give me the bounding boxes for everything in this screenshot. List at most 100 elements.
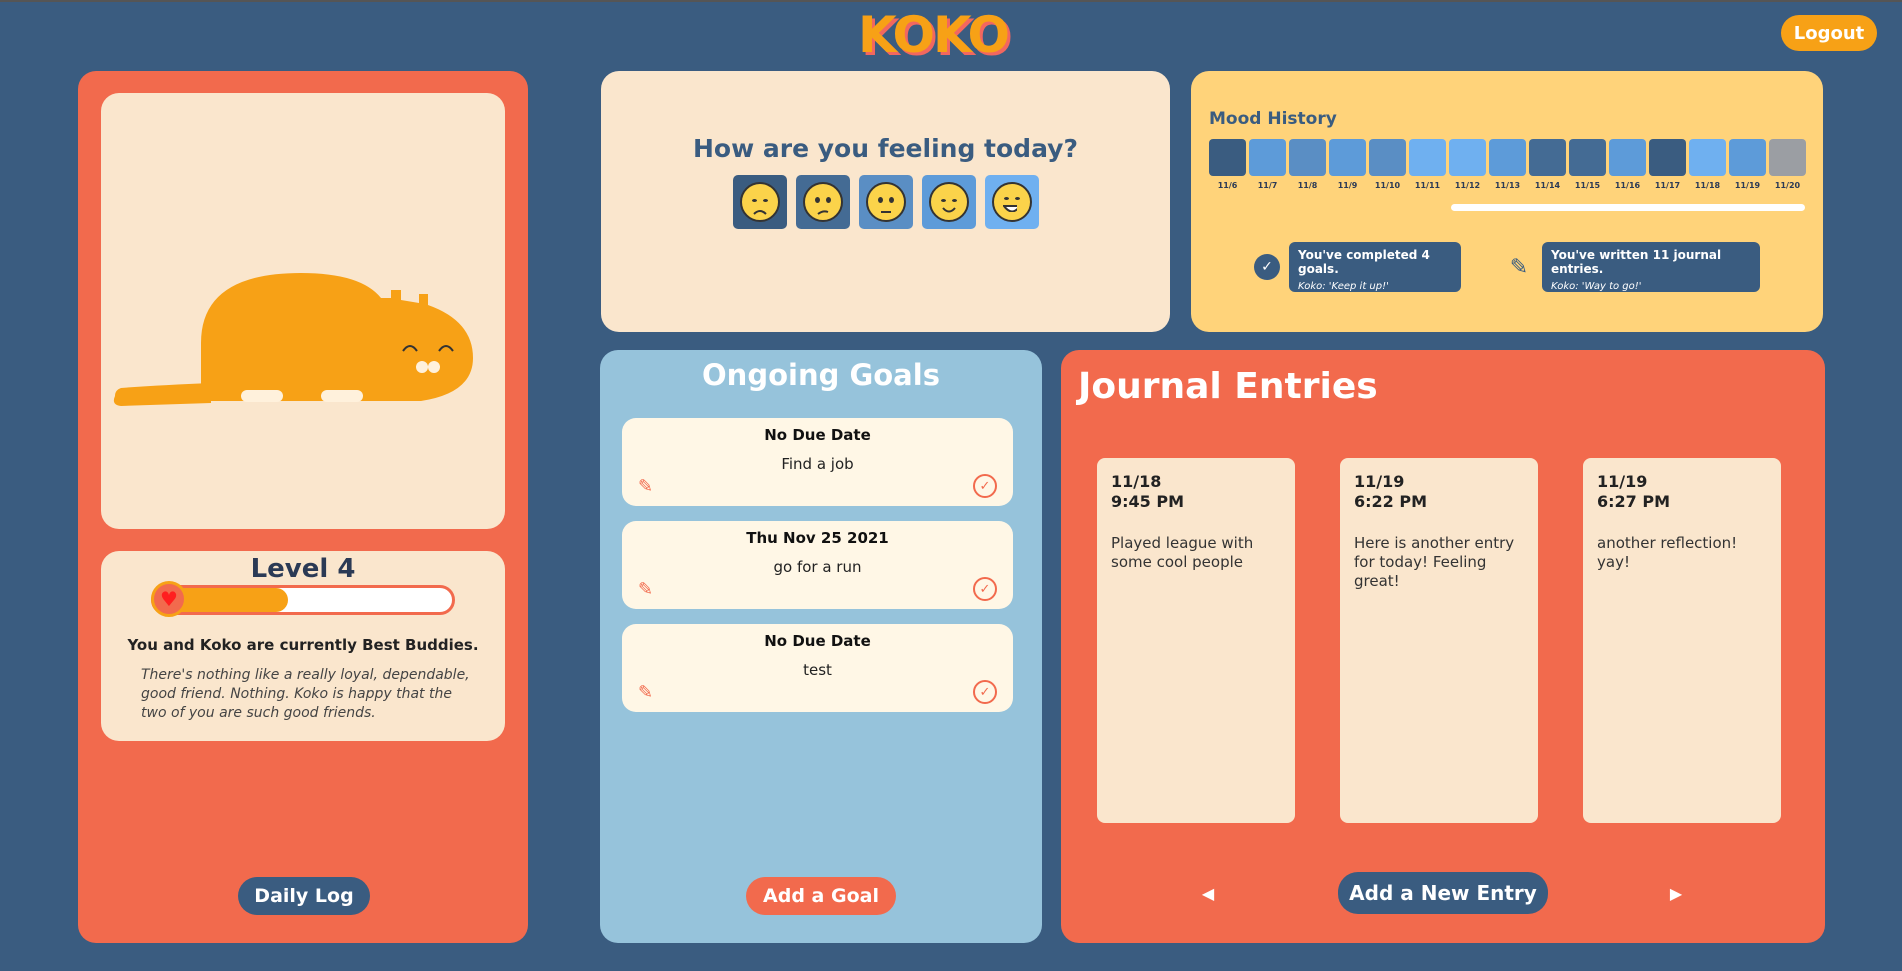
goals-stat-text: You've completed 4 goals.: [1298, 248, 1430, 276]
complete-check-icon[interactable]: ✓: [973, 680, 997, 704]
goal-due-date: No Due Date: [764, 426, 871, 444]
entry-date: 11/19: [1354, 472, 1405, 491]
mood-history-date: 11/10: [1374, 181, 1401, 190]
very-sad-face-icon: [740, 182, 780, 222]
mood-history-square: [1289, 139, 1326, 176]
goal-text: go for a run: [773, 558, 862, 576]
mood-history-grid: 11/6 11/7 11/8 11/9 11/10 11/11 11/12 11/13 11/1…: [1209, 139, 1806, 190]
mood-history-title: Mood History: [1209, 109, 1337, 129]
mood-history-date: 11/9: [1337, 181, 1358, 190]
edit-pencil-icon[interactable]: ✎: [638, 476, 653, 497]
mood-neutral-button[interactable]: [859, 175, 913, 229]
journal-stat-koko: Koko: 'Way to go!': [1551, 281, 1642, 292]
mood-history-date: 11/17: [1654, 181, 1681, 190]
mood-history-square: [1529, 139, 1566, 176]
mood-history-day: 11/10: [1369, 139, 1406, 190]
journal-stat-text: You've written 11 journal entries.: [1551, 248, 1722, 276]
mood-history-square: [1569, 139, 1606, 176]
mood-history-day: 11/14: [1529, 139, 1566, 190]
mood-history-day: 11/11: [1409, 139, 1446, 190]
check-icon: ✓: [1254, 254, 1280, 280]
journal-entry-card[interactable]: 11/19 6:27 PM another reflection! yay!: [1583, 458, 1781, 823]
mood-history-date: 11/11: [1414, 181, 1441, 190]
goal-card: No Due Date Find a job ✎ ✓: [622, 418, 1013, 506]
friendship-quote: There's nothing like a really loyal, dep…: [141, 667, 470, 721]
entry-time: 6:22 PM: [1354, 492, 1428, 511]
mood-history-square: [1609, 139, 1646, 176]
journal-entry-card[interactable]: 11/18 9:45 PM Played league with some cool…: [1097, 458, 1295, 823]
mood-history-day: 11/12: [1449, 139, 1486, 190]
mood-history-date: 11/14: [1534, 181, 1561, 190]
mood-sad-button[interactable]: [796, 175, 850, 229]
mood-history-square: [1329, 139, 1366, 176]
mood-history-date: 11/13: [1494, 181, 1521, 190]
mood-history-day: 11/13: [1489, 139, 1526, 190]
level-card: Level 4 ♥ You and Koko are currently Bes…: [101, 551, 505, 741]
entry-body: another reflection! yay!: [1597, 534, 1738, 571]
pet-stage: [101, 93, 505, 529]
neutral-face-icon: [866, 182, 906, 222]
mood-history-date: 11/8: [1297, 181, 1318, 190]
mood-history-date: 11/19: [1734, 181, 1761, 190]
friendship-status: You and Koko are currently Best Buddies.: [127, 636, 479, 654]
complete-check-icon[interactable]: ✓: [973, 577, 997, 601]
mood-history-day: 11/6: [1209, 139, 1246, 190]
mood-history-square: [1409, 139, 1446, 176]
heart-icon: ♥: [151, 581, 187, 617]
mood-history-day: 11/8: [1289, 139, 1326, 190]
prev-arrow-icon[interactable]: ◀: [1197, 882, 1219, 904]
mood-history-square: [1249, 139, 1286, 176]
mood-history-date: 11/18: [1694, 181, 1721, 190]
mood-history-day: 11/7: [1249, 139, 1286, 190]
logout-button[interactable]: Logout: [1781, 15, 1877, 51]
next-arrow-icon[interactable]: ▶: [1665, 882, 1687, 904]
mood-history-day: 11/9: [1329, 139, 1366, 190]
mood-history-square: [1729, 139, 1766, 176]
mood-history-day: 11/18: [1689, 139, 1726, 190]
mood-very-happy-button[interactable]: [985, 175, 1039, 229]
add-entry-button[interactable]: Add a New Entry: [1338, 872, 1548, 914]
goal-text: test: [803, 661, 832, 679]
mood-history-date: 11/20: [1774, 181, 1801, 190]
mood-question: How are you feeling today?: [693, 134, 1078, 163]
edit-pencil-icon[interactable]: ✎: [638, 682, 653, 703]
mood-history-square: [1649, 139, 1686, 176]
mood-history-day: 11/19: [1729, 139, 1766, 190]
koko-cat-illustration[interactable]: [101, 93, 505, 529]
mood-very-sad-button[interactable]: [733, 175, 787, 229]
mood-history-date: 11/15: [1574, 181, 1601, 190]
journal-stat: You've written 11 journal entries. Koko:…: [1542, 242, 1760, 292]
mood-history-square: [1689, 139, 1726, 176]
journal-entry-card[interactable]: 11/19 6:22 PM Here is another entry for to…: [1340, 458, 1538, 823]
entry-time: 6:27 PM: [1597, 492, 1671, 511]
mood-history-date: 11/7: [1257, 181, 1278, 190]
complete-check-icon[interactable]: ✓: [973, 474, 997, 498]
mood-happy-button[interactable]: [922, 175, 976, 229]
goal-due-date: No Due Date: [764, 632, 871, 650]
pencil-icon: ✎: [1509, 254, 1529, 280]
journal-title: Journal Entries: [1078, 366, 1378, 407]
mood-history-day: 11/15: [1569, 139, 1606, 190]
entry-body: Here is another entry for today! Feeling…: [1354, 534, 1515, 590]
mood-history-square: [1769, 139, 1806, 176]
add-goal-button[interactable]: Add a Goal: [746, 877, 896, 915]
very-happy-face-icon: [992, 182, 1032, 222]
goal-card: No Due Date test ✎ ✓: [622, 624, 1013, 712]
mood-history-day: 11/16: [1609, 139, 1646, 190]
mood-history-square: [1369, 139, 1406, 176]
mood-history-date: 11/16: [1614, 181, 1641, 190]
entry-body: Played league with some cool people: [1111, 534, 1254, 571]
mood-history-day: 11/17: [1649, 139, 1686, 190]
koko-logo: KOKO: [858, 6, 1010, 64]
goal-text: Find a job: [781, 455, 854, 473]
mood-history-square: [1449, 139, 1486, 176]
mood-history-square: [1209, 139, 1246, 176]
mood-history-day: 11/20: [1769, 139, 1806, 190]
daily-log-button[interactable]: Daily Log: [238, 877, 370, 915]
goals-stat: You've completed 4 goals. Koko: 'Keep it…: [1289, 242, 1461, 292]
mood-panel: How are you feeling today?: [601, 71, 1170, 332]
mood-history-scrollbar[interactable]: [1451, 204, 1805, 211]
edit-pencil-icon[interactable]: ✎: [638, 579, 653, 600]
mood-history-square: [1489, 139, 1526, 176]
goals-panel: Ongoing Goals No Due Date Find a job ✎ ✓ Thu…: [600, 350, 1042, 943]
